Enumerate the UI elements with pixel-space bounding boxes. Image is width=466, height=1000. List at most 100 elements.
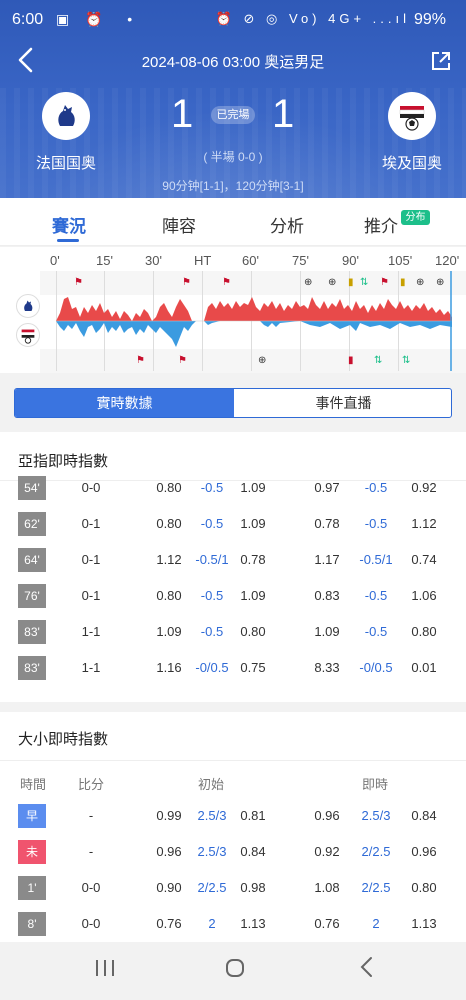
table-row: 62' 0-1 0.80 -0.5 1.09 0.78 -0.5 1.12: [0, 506, 466, 542]
over-under-section: 大小即時指數 時間 比分 初始 即時 早 - 0.99 2.5/3 0.81 0.96 2.…: [0, 712, 466, 942]
red-card-icon: ▮: [348, 355, 354, 366]
live-home-odds: 0.83: [314, 588, 340, 603]
battery-level: 99%: [413, 11, 446, 28]
corner-flag-icon: ⚑: [222, 277, 231, 288]
corner-flag-icon: ⚑: [380, 277, 389, 288]
live-data-button[interactable]: 實時數據: [15, 389, 234, 417]
tab-lineup[interactable]: 陣容: [162, 212, 196, 237]
distribution-badge: 分布: [401, 210, 430, 225]
initial-home-odds: 1.16: [156, 660, 182, 675]
momentum-chart: ⚑ ⚑ ⚑ ⊕ ⊕ ▮ ⇅ ⚑ ▮ ⊕ ⊕ ⚑ ⚑ ⊕ ▮ ⇅ ⇅: [56, 271, 452, 371]
header-nav: 2024-08-06 03:00 奥运男足: [0, 42, 466, 82]
substitution-icon: ⇅: [360, 277, 368, 288]
initial-handicap: -0/0.5: [195, 660, 229, 675]
live-home-odds: 1.08: [314, 880, 340, 895]
minute-badge: 64': [18, 548, 46, 572]
minute-badge: 83': [18, 620, 46, 644]
egypt-crest-icon: [391, 95, 433, 137]
score-cell: 0-0: [81, 480, 101, 495]
initial-away-odds: 0.78: [240, 552, 266, 567]
event-live-button[interactable]: 事件直播: [234, 389, 451, 417]
minute-badge: 83': [18, 656, 46, 680]
recent-apps-button[interactable]: [90, 956, 120, 986]
live-handicap: 2.5/3: [361, 808, 391, 823]
tab-recommend[interactable]: 推介: [364, 212, 398, 237]
back-nav-button[interactable]: [352, 956, 382, 986]
match-header: 6:00 ▣ ⏰ • ⏰ ⊘ ◎ Vo) 4G+ ...ıl 99% 2024-…: [0, 0, 466, 198]
share-icon: [432, 52, 450, 70]
yellow-card-icon: ▮: [400, 277, 406, 288]
away-event-markers: ⚑ ⚑ ⊕ ▮ ⇅ ⇅: [136, 355, 410, 366]
live-handicap: 2/2.5: [361, 880, 391, 895]
goal-ball-icon: ⊕: [258, 355, 266, 366]
initial-handicap: -0.5/1: [195, 552, 229, 567]
table-row: 8' 0-0 0.76 2 1.13 0.76 2 1.13: [0, 906, 466, 942]
initial-home-odds: 0.80: [156, 516, 182, 531]
home-button[interactable]: [220, 956, 250, 986]
divider: [0, 760, 466, 761]
initial-home-odds: 0.96: [156, 844, 182, 859]
initial-away-odds: 0.75: [240, 660, 266, 675]
goal-ball-icon: ⊕: [436, 277, 444, 288]
initial-handicap: 2: [208, 916, 216, 931]
score-cell: -: [88, 844, 94, 859]
android-nav-bar: [0, 942, 466, 1000]
section-title: 大小即時指數: [18, 731, 109, 748]
share-button[interactable]: [430, 50, 452, 72]
initial-handicap: -0.5: [200, 588, 224, 603]
status-bar: 6:00 ▣ ⏰ • ⏰ ⊘ ◎ Vo) 4G+ ...ıl 99%: [0, 0, 466, 40]
live-handicap: -0.5: [364, 480, 388, 495]
corner-flag-icon: ⚑: [74, 277, 83, 288]
live-away-odds: 0.92: [411, 480, 437, 495]
away-team-logo: [388, 92, 436, 140]
initial-handicap: -0.5: [200, 624, 224, 639]
tab-overview[interactable]: 賽況: [52, 212, 86, 237]
table-row: 76' 0-1 0.80 -0.5 1.09 0.83 -0.5 1.06: [0, 578, 466, 614]
away-score: 1: [272, 92, 295, 136]
minute-badge: 54': [18, 476, 46, 500]
tab-analysis[interactable]: 分析: [270, 212, 304, 237]
live-away-odds: 0.80: [411, 880, 437, 895]
score-cell: 0-0: [81, 880, 101, 895]
initial-away-odds: 0.98: [240, 880, 266, 895]
halftime-score: ( 半場 0-0 ): [203, 150, 263, 164]
live-home-odds: 0.78: [314, 516, 340, 531]
live-home-odds: 1.17: [314, 552, 340, 567]
initial-away-odds: 1.09: [240, 480, 266, 495]
minute-badge: 未: [18, 840, 46, 864]
score-cell: 1-1: [81, 660, 101, 675]
minute-badge: 8': [18, 912, 46, 936]
initial-home-odds: 1.09: [156, 624, 182, 639]
substitution-icon: ⇅: [402, 355, 410, 366]
live-away-odds: 1.12: [411, 516, 437, 531]
live-handicap: -0.5: [364, 516, 388, 531]
match-status-badge: 已完場: [211, 106, 255, 124]
home-event-markers: ⚑ ⚑ ⚑ ⊕ ⊕ ▮ ⇅ ⚑ ▮ ⊕ ⊕: [74, 277, 444, 288]
section-title: 亞指即時指數: [18, 453, 109, 470]
status-time: 6:00: [12, 11, 44, 28]
initial-away-odds: 0.81: [240, 808, 266, 823]
home-team-logo: [42, 92, 90, 140]
away-momentum-area: [56, 321, 452, 347]
score-cell: 1-1: [81, 624, 101, 639]
live-handicap: -0.5: [364, 588, 388, 603]
active-tab-indicator: [57, 239, 79, 242]
initial-home-odds: 1.12: [156, 552, 182, 567]
table-row: 83' 1-1 1.09 -0.5 0.80 1.09 -0.5 0.80: [0, 614, 466, 650]
table-row: 未 - 0.96 2.5/3 0.84 0.92 2/2.5 0.96: [0, 834, 466, 870]
match-timeline: 0' 15' 30' HT 60' 75' 90' 105' 120' ⚑ ⚑ …: [0, 247, 466, 373]
asian-handicap-section: 亞指即時指數 54' 0-0 0.80 -0.5 1.09 0.97 -0.5 0.92 62'…: [0, 432, 466, 702]
data-mode-toggle: 實時數據 事件直播: [14, 388, 452, 418]
table-row: 早 - 0.99 2.5/3 0.81 0.96 2.5/3 0.84: [0, 798, 466, 834]
live-home-odds: 8.33: [314, 660, 340, 675]
initial-home-odds: 0.80: [156, 588, 182, 603]
goal-ball-icon: ⊕: [416, 277, 424, 288]
header-live: 即時: [361, 777, 388, 792]
match-tabs: 賽況 陣容 分析 推介: [0, 198, 466, 246]
live-away-odds: 0.01: [411, 660, 437, 675]
recent-apps-icon: [96, 960, 114, 976]
initial-away-odds: 1.13: [240, 916, 266, 931]
initial-handicap: -0.5: [200, 516, 224, 531]
system-icons: ⏰ ⊘ ◎ Vo) 4G+ ...ıl: [215, 11, 410, 26]
minute-badge: 62': [18, 512, 46, 536]
